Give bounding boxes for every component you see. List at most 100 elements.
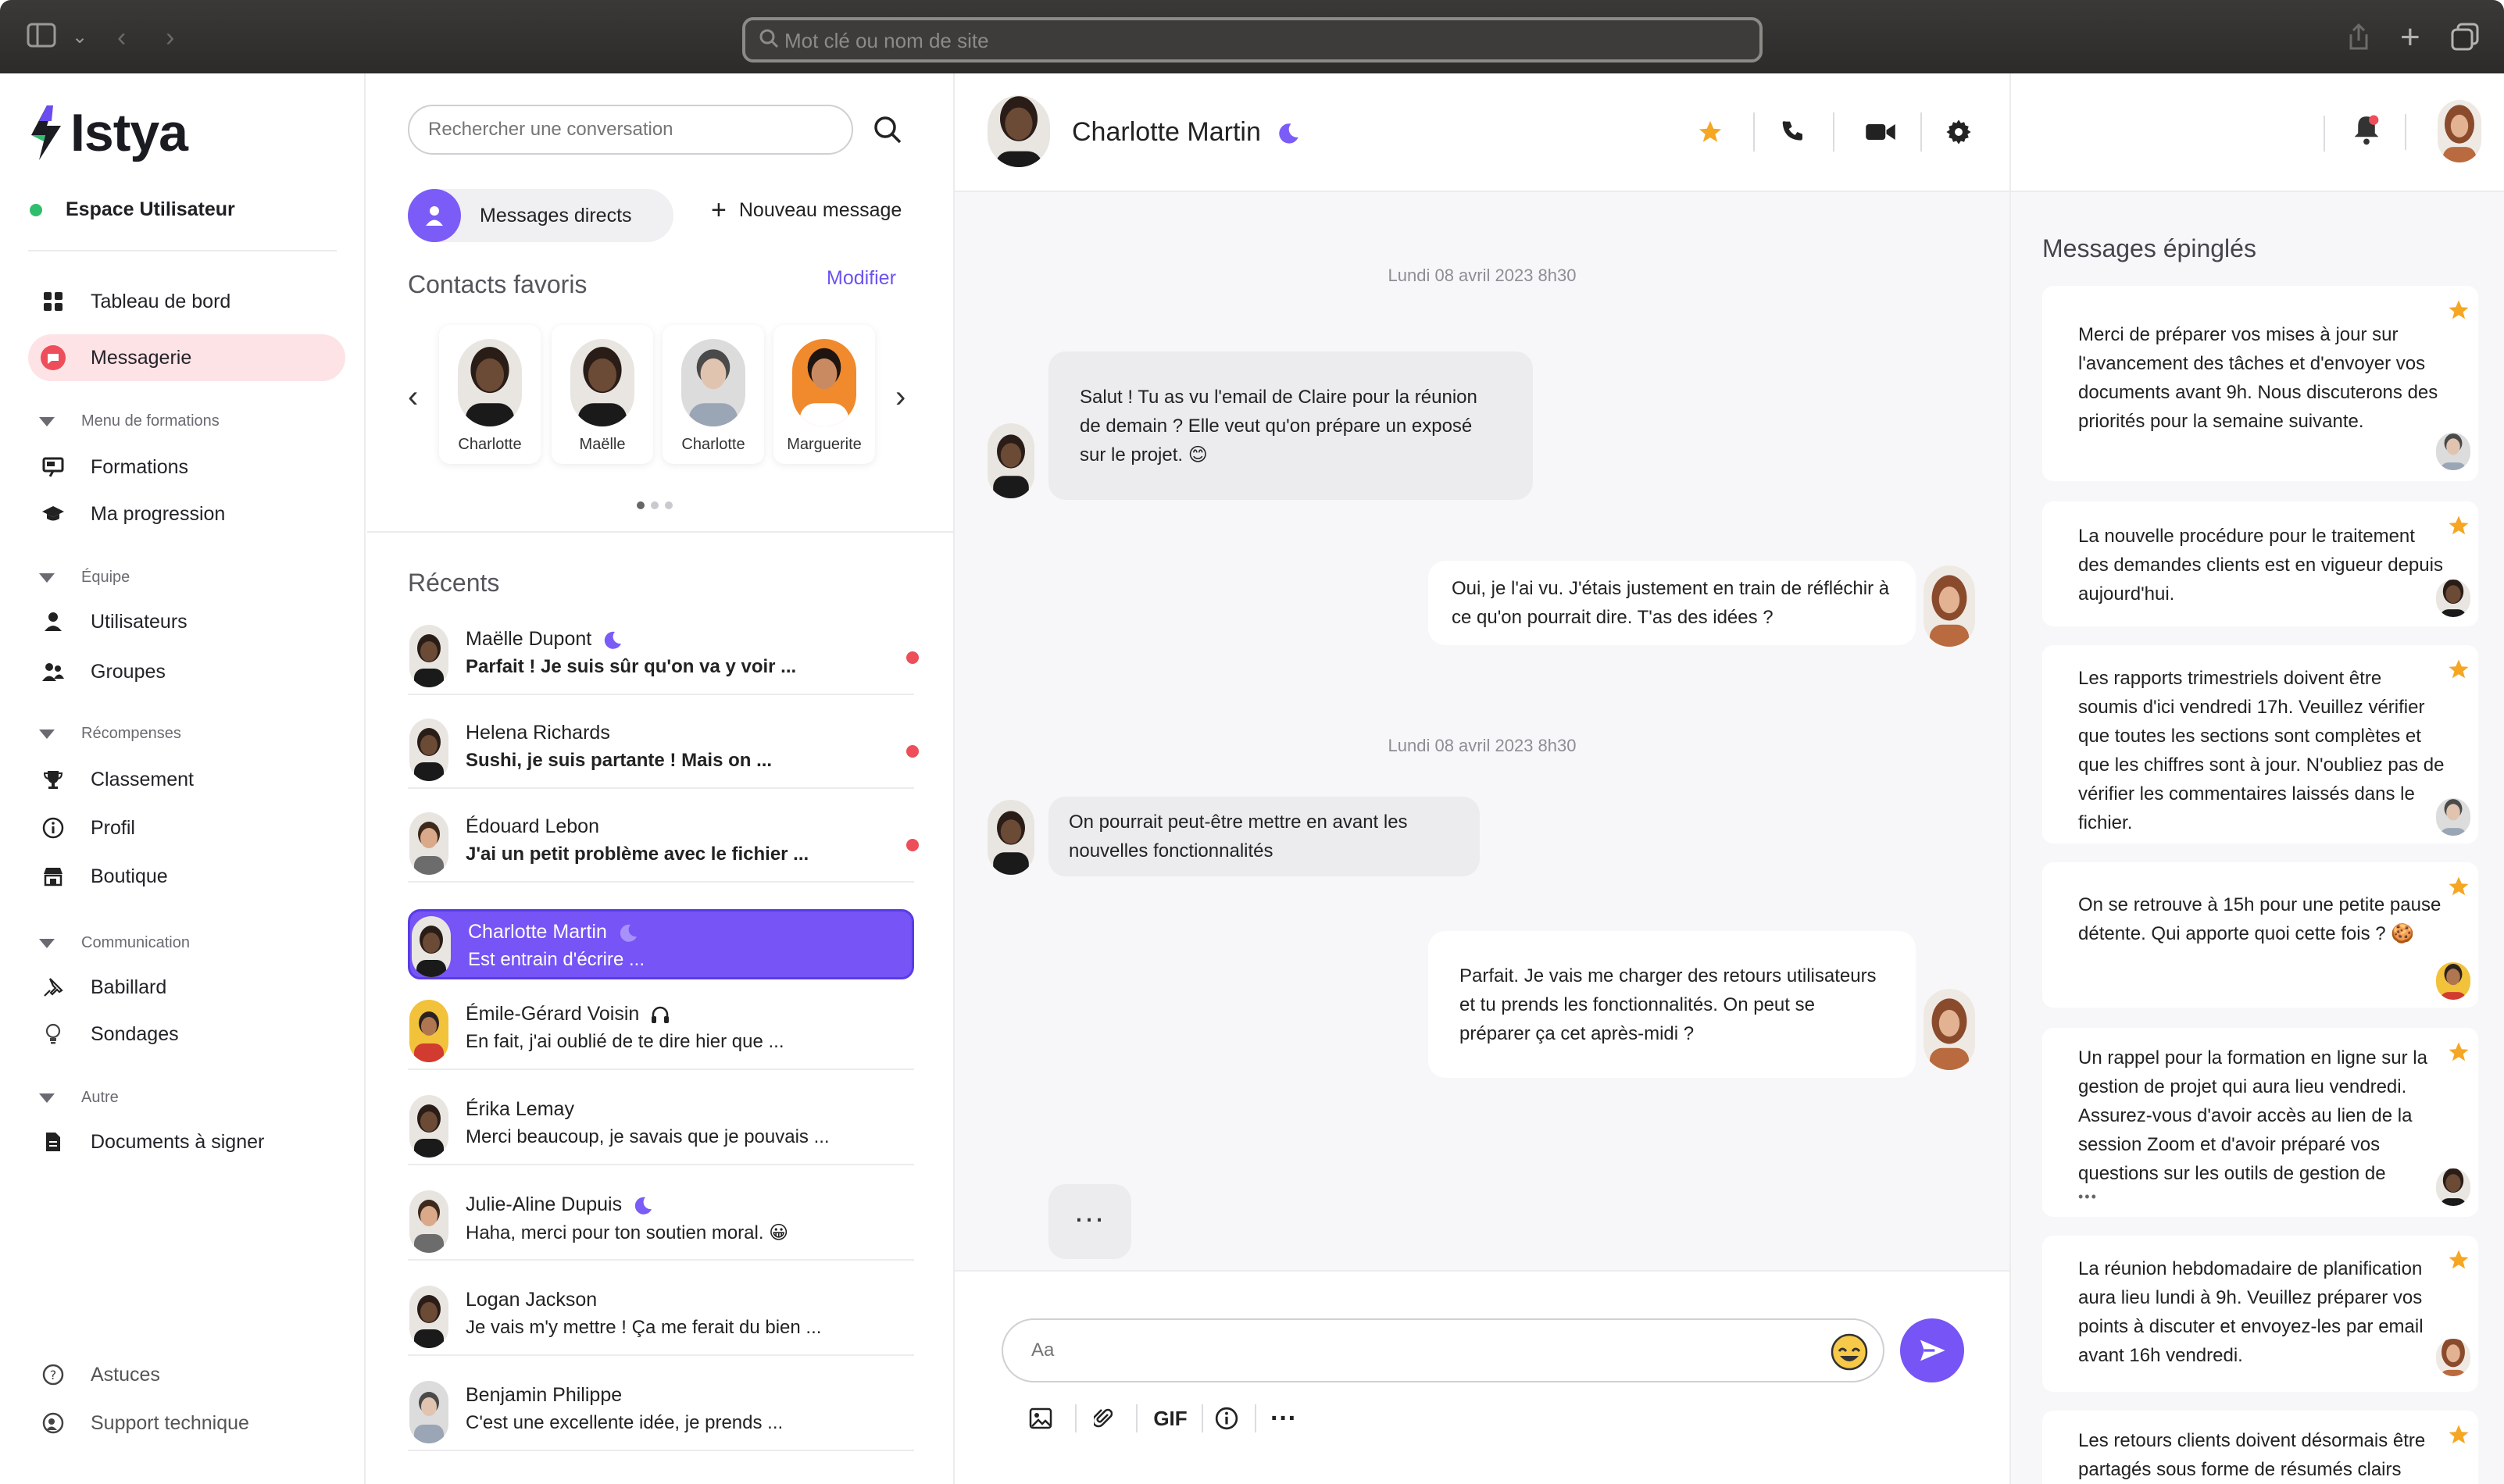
favorites-edit-link[interactable]: Modifier	[827, 267, 896, 290]
more-options-button[interactable]: ···	[1264, 1401, 1303, 1436]
message-input[interactable]	[1003, 1320, 1816, 1381]
emoji-icon[interactable]	[1830, 1332, 1869, 1372]
sidebar-item-users[interactable]: Utilisateurs	[28, 598, 345, 645]
workspace-switcher[interactable]: Espace Utilisateur	[30, 198, 235, 221]
favorite-contact-card[interactable]: Charlotte	[663, 325, 764, 464]
new-message-label: Nouveau message	[738, 198, 902, 221]
sidebar-item-documents[interactable]: Documents à signer	[28, 1118, 345, 1165]
more-indicator[interactable]: •••	[2078, 1189, 2098, 1205]
conversation-item[interactable]: Érika Lemay Merci beaucoup, je savais qu…	[408, 1081, 914, 1165]
send-button[interactable]	[1900, 1318, 1964, 1382]
pinned-message-card[interactable]: Les rapports trimestriels doivent être s…	[2042, 645, 2478, 844]
sidebar-item-shop[interactable]: Boutique	[28, 853, 345, 900]
sidebar-item-groups[interactable]: Groupes	[28, 648, 345, 695]
section-trainings-toggle[interactable]: Menu de formations	[39, 412, 220, 430]
browser-toolbar: ⌄ ‹ › Mot clé ou nom de site +	[0, 0, 2504, 73]
user-avatar[interactable]	[2438, 100, 2481, 162]
sidebar-item-messaging[interactable]: Messagerie	[28, 334, 345, 381]
toolbar-divider	[1255, 1404, 1256, 1432]
message-bubble-received[interactable]: On pourrait peut-être mettre en avant le…	[1048, 797, 1480, 876]
notifications-button[interactable]	[2352, 114, 2386, 148]
call-button[interactable]	[1775, 114, 1811, 150]
star-icon[interactable]	[2447, 1248, 2470, 1272]
gif-button[interactable]: GIF	[1147, 1401, 1194, 1436]
sidebar-item-trainings[interactable]: Formations	[28, 444, 345, 491]
conversation-item[interactable]: Julie-Aline Dupuis Haha, merci pour ton …	[408, 1176, 914, 1261]
pagination-dot[interactable]	[651, 501, 659, 509]
favorite-star-button[interactable]	[1692, 114, 1728, 150]
sidebar-item-dashboard[interactable]: Tableau de bord	[28, 278, 345, 325]
conversation-item[interactable]: Helena Richards Sushi, je suis partante …	[408, 705, 919, 789]
star-icon[interactable]	[2447, 298, 2470, 322]
section-communication-toggle[interactable]: Communication	[39, 934, 190, 952]
sidebar-item-profile[interactable]: Profil	[28, 804, 345, 851]
chevron-down-icon[interactable]: ⌄	[72, 22, 88, 53]
pagination-dot[interactable]	[637, 501, 645, 509]
back-icon[interactable]: ‹	[117, 22, 126, 53]
avatar	[792, 339, 856, 426]
pinned-message-card[interactable]: La réunion hebdomadaire de planification…	[2042, 1236, 2478, 1392]
conversation-search-input[interactable]	[409, 106, 852, 153]
star-icon[interactable]	[2447, 875, 2470, 898]
conversation-preview: Est entrain d'écrire ...	[468, 949, 645, 970]
section-rewards-toggle[interactable]: Récompenses	[39, 725, 181, 743]
sidebar-item-progress[interactable]: Ma progression	[28, 491, 345, 537]
sidebar-item-ranking[interactable]: Classement	[28, 756, 345, 803]
star-icon[interactable]	[2447, 1040, 2470, 1064]
carousel-prev-icon[interactable]: ‹	[408, 380, 418, 415]
direct-messages-tab[interactable]: Messages directs	[408, 189, 673, 242]
conversation-name: Érika Lemay	[466, 1098, 574, 1120]
star-icon[interactable]	[2447, 658, 2470, 681]
address-bar[interactable]: Mot clé ou nom de site	[742, 17, 1763, 62]
sidebar-item-polls[interactable]: Sondages	[28, 1011, 345, 1058]
conversation-preview: Merci beaucoup, je savais que je pouvais…	[466, 1126, 830, 1147]
star-icon[interactable]	[2447, 1423, 2470, 1447]
section-other-toggle[interactable]: Autre	[39, 1089, 119, 1107]
contact-avatar[interactable]	[988, 95, 1050, 167]
pagination-dot[interactable]	[665, 501, 673, 509]
brand-logo[interactable]: Istya	[28, 102, 188, 164]
conversation-item[interactable]: Émile-Gérard Voisin En fait, j'ai oublié…	[408, 986, 914, 1070]
pinned-message-card[interactable]: Les retours clients doivent désormais êt…	[2042, 1411, 2478, 1484]
tabs-overview-icon[interactable]	[2450, 22, 2480, 59]
message-bubble-sent[interactable]: Parfait. Je vais me charger des retours …	[1428, 931, 1916, 1078]
pinned-message-text: Les retours clients doivent désormais êt…	[2078, 1430, 2426, 1480]
sidebar-toggle-icon[interactable]	[27, 22, 56, 55]
conversation-item-active[interactable]: Charlotte Martin Est entrain d'écrire ..…	[408, 909, 914, 979]
chat-settings-button[interactable]	[1941, 114, 1977, 150]
share-icon[interactable]	[2347, 22, 2370, 59]
conversation-item[interactable]: Logan Jackson Je vais m'y mettre ! Ça me…	[408, 1272, 914, 1356]
attach-file-button[interactable]	[1086, 1401, 1120, 1436]
sidebar-item-support[interactable]: Support technique	[28, 1400, 345, 1447]
carousel-next-icon[interactable]: ›	[895, 380, 906, 415]
forward-icon[interactable]: ›	[166, 22, 174, 53]
new-tab-icon[interactable]: +	[2400, 20, 2420, 55]
section-team-toggle[interactable]: Équipe	[39, 569, 130, 587]
star-icon[interactable]	[2447, 514, 2470, 537]
favorite-contact-card[interactable]: Charlotte	[439, 325, 541, 464]
sidebar-item-board[interactable]: Babillard	[28, 964, 345, 1011]
sidebar-item-label: Classement	[91, 768, 194, 790]
video-call-button[interactable]	[1863, 114, 1899, 150]
pinned-message-card[interactable]: Merci de préparer vos mises à jour sur l…	[2042, 286, 2478, 481]
caret-down-icon	[39, 729, 55, 739]
favorite-contact-card[interactable]: Maëlle	[552, 325, 653, 464]
pinned-message-card[interactable]: La nouvelle procédure pour le traitement…	[2042, 501, 2478, 626]
top-bar	[2011, 73, 2504, 192]
pinned-message-card[interactable]: On se retrouve à 15h pour une petite pau…	[2042, 862, 2478, 1008]
new-message-button[interactable]: + Nouveau message	[711, 195, 902, 225]
online-status-dot	[30, 203, 42, 216]
info-button[interactable]	[1209, 1401, 1244, 1436]
message-bubble-received[interactable]: Salut ! Tu as vu l'email de Claire pour …	[1048, 351, 1533, 500]
message-bubble-sent[interactable]: Oui, je l'ai vu. J'étais justement en tr…	[1428, 561, 1916, 645]
conversation-item[interactable]: Maëlle Dupont Parfait ! Je suis sûr qu'o…	[408, 611, 919, 695]
search-button[interactable]	[871, 113, 904, 146]
plus-icon: +	[711, 195, 727, 225]
favorite-contact-card[interactable]: Marguerite	[773, 325, 875, 464]
conversation-item[interactable]: Édouard Lebon J'ai un petit problème ave…	[408, 798, 919, 883]
conversation-item[interactable]: Benjamin Philippe C'est une excellente i…	[408, 1367, 914, 1451]
image-upload-button[interactable]	[1023, 1401, 1058, 1436]
conversation-name: Édouard Lebon	[466, 815, 599, 837]
sidebar-item-tips[interactable]: ? Astuces	[28, 1351, 345, 1398]
pinned-message-card[interactable]: Un rappel pour la formation en ligne sur…	[2042, 1028, 2478, 1217]
